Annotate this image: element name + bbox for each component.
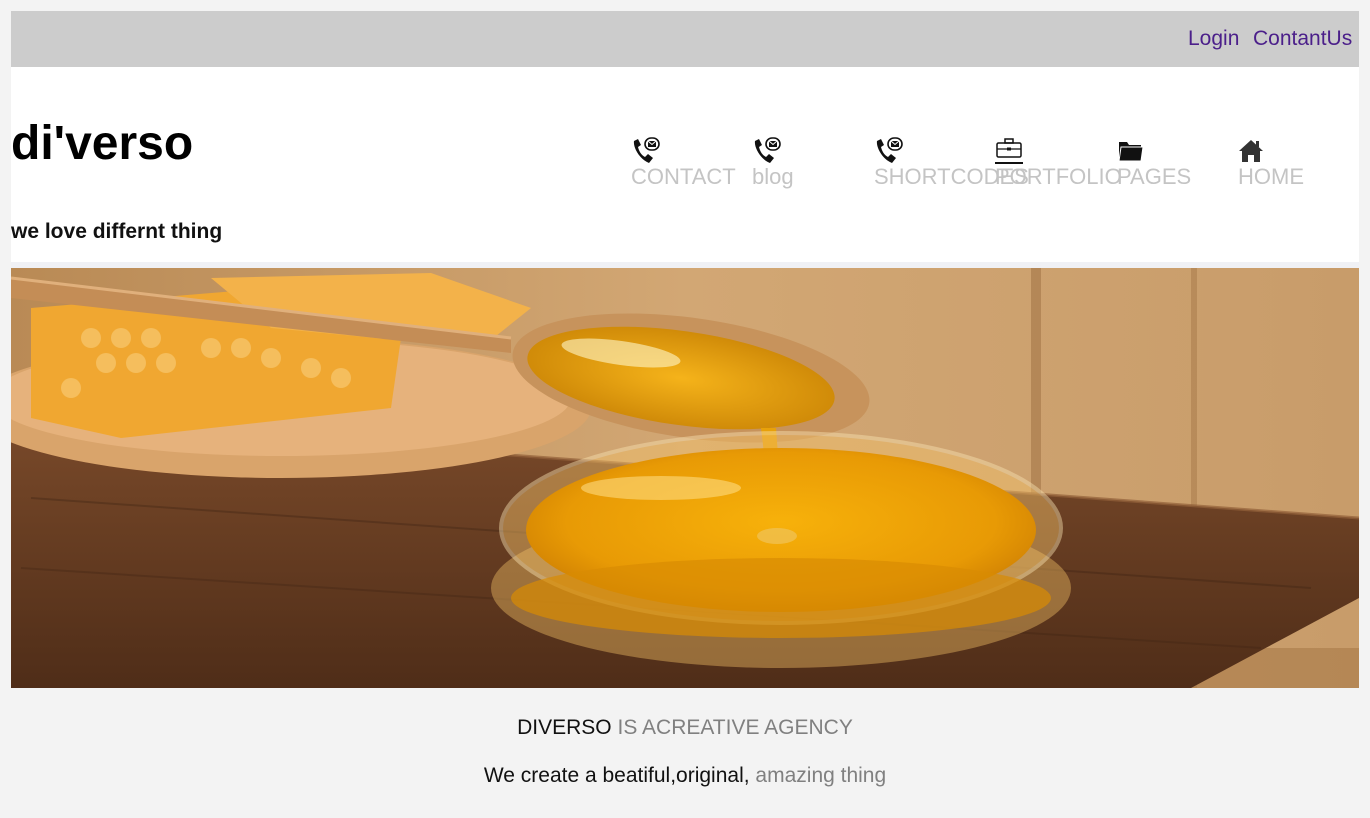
nav-item-contact[interactable]: CONTACT	[631, 137, 761, 192]
agency-highlight: amazing thing	[755, 764, 887, 787]
nav-label-pages: PAGES	[1117, 164, 1192, 189]
phone-mail-icon	[631, 137, 661, 165]
nav-item-blog[interactable]: blog	[752, 137, 882, 192]
contact-us-link[interactable]: ContantUs	[1253, 27, 1352, 51]
phone-mail-icon	[874, 137, 904, 165]
nav-label-blog: blog	[752, 164, 794, 189]
site-tagline: we love differnt thing	[11, 220, 223, 243]
agency-descriptor: IS ACREATIVE AGENCY	[617, 716, 853, 739]
nav-label-portfolio: PORTFOLIO	[995, 164, 1122, 189]
agency-headline: DIVERSO IS ACREATIVE AGENCY	[0, 716, 1370, 740]
honey-spoon-photo	[11, 268, 1359, 688]
login-link[interactable]: Login	[1188, 27, 1239, 51]
agency-subline: We create a beatiful,original, amazing t…	[0, 764, 1370, 788]
nav-label-contact: CONTACT	[631, 164, 736, 189]
folder-icon	[1117, 137, 1147, 165]
agency-lead: We create a beatiful,original,	[483, 764, 750, 787]
nav-item-pages[interactable]: PAGES	[1117, 137, 1247, 192]
home-icon	[1238, 137, 1268, 165]
nav-item-shortcodes[interactable]: SHORTCODES	[874, 137, 1029, 192]
site-header: di'verso we love differnt thing CONTACT	[11, 67, 1359, 262]
site-logo-title[interactable]: di'verso	[11, 118, 193, 170]
nav-item-portfolio[interactable]: PORTFOLIO	[995, 137, 1125, 192]
nav-label-home: HOME	[1238, 164, 1304, 189]
briefcase-icon	[995, 137, 1025, 165]
hero-banner	[11, 262, 1359, 688]
nav-item-home[interactable]: HOME	[1238, 137, 1368, 192]
top-bar: Login ContantUs	[11, 11, 1359, 67]
agency-name: DIVERSO	[517, 716, 612, 739]
phone-mail-icon	[752, 137, 782, 165]
